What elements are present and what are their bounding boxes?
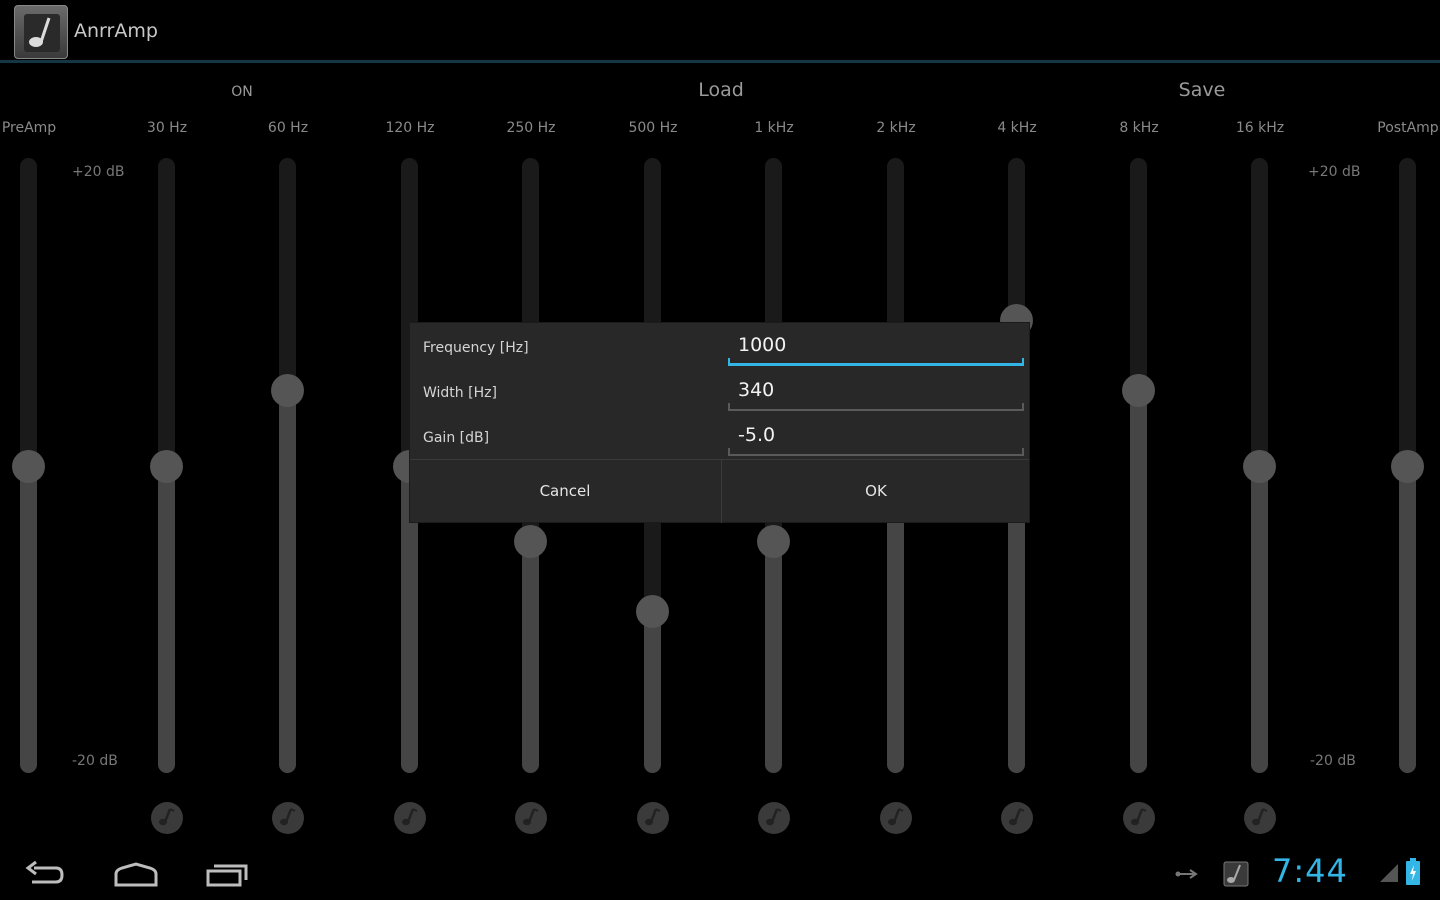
ok-button[interactable]: OK [721, 460, 1030, 523]
frequency-input-left-cap [728, 358, 730, 366]
band-slider-fill [1251, 465, 1268, 773]
band-label: 8 kHz [1119, 120, 1159, 136]
width-input-underline [728, 409, 1024, 411]
app-title: AnrrAmp [74, 20, 158, 42]
width-label: Width [Hz] [423, 385, 497, 401]
band-settings-icon[interactable] [1123, 802, 1155, 834]
band-settings-icon[interactable] [758, 802, 790, 834]
band-settings-icon[interactable] [1001, 802, 1033, 834]
gain-input-underline [728, 454, 1024, 456]
band-slider-knob[interactable] [1243, 449, 1276, 483]
band-settings-icon[interactable] [394, 802, 426, 834]
band-label: 4 kHz [997, 120, 1037, 136]
band-label: 60 Hz [267, 120, 309, 136]
eq-band: PreAmp [0, 118, 79, 858]
frequency-field-wrap [728, 330, 1024, 366]
eq-band: 8 kHz [1089, 118, 1189, 858]
frequency-label: Frequency [Hz] [423, 340, 529, 356]
frequency-input-right-cap [1022, 358, 1024, 366]
dialog-button-bar: Cancel OK [410, 459, 1029, 523]
band-slider-knob[interactable] [150, 449, 183, 483]
band-label: 1 kHz [754, 120, 794, 136]
gain-field-wrap [728, 420, 1024, 456]
band-slider-knob[interactable] [636, 595, 669, 629]
save-button[interactable]: Save [1140, 76, 1264, 104]
load-button[interactable]: Load [660, 76, 782, 104]
band-settings-icon[interactable] [151, 802, 183, 834]
gain-label: Gain [dB] [423, 430, 490, 446]
usb-icon [1174, 866, 1200, 885]
back-icon[interactable] [24, 858, 68, 896]
frequency-row: Frequency [Hz] [410, 326, 1029, 371]
band-label: 120 Hz [385, 120, 435, 136]
band-slider-fill [522, 541, 539, 773]
width-input[interactable] [728, 375, 1024, 405]
band-slider-knob[interactable] [271, 373, 304, 407]
eq-band: 30 Hz [117, 118, 217, 858]
home-icon[interactable] [112, 858, 160, 896]
width-row: Width [Hz] [410, 371, 1029, 416]
frequency-input[interactable] [728, 330, 1024, 360]
system-navigation-bar [0, 850, 1440, 900]
band-slider-fill [1130, 389, 1147, 773]
right-max-db-label: +20 dB [1308, 164, 1361, 180]
band-slider-knob[interactable] [12, 449, 45, 483]
band-slider-knob[interactable] [1122, 373, 1155, 407]
band-settings-icon[interactable] [637, 802, 669, 834]
frequency-input-underline [728, 363, 1024, 366]
action-bar-divider [0, 60, 1440, 63]
band-label: 2 kHz [876, 120, 916, 136]
width-input-right-cap [1022, 403, 1024, 411]
action-bar: AnrrAmp [0, 0, 1440, 63]
band-label: 30 Hz [146, 120, 188, 136]
gain-input[interactable] [728, 420, 1024, 450]
width-field-wrap [728, 375, 1024, 411]
cancel-button[interactable]: Cancel [410, 460, 720, 523]
eq-band: 16 kHz [1210, 118, 1310, 858]
band-slider-fill [158, 465, 175, 773]
band-settings-icon[interactable] [1244, 802, 1276, 834]
band-settings-icon[interactable] [880, 802, 912, 834]
status-clock: 7:44 [1272, 852, 1348, 890]
band-slider-fill [1399, 465, 1416, 773]
band-slider-fill [279, 389, 296, 773]
gain-input-left-cap [728, 448, 730, 456]
band-slider-fill [765, 541, 782, 773]
band-settings-icon[interactable] [272, 802, 304, 834]
right-min-db-label: -20 dB [1310, 753, 1356, 769]
band-label: PostAmp [1377, 120, 1439, 136]
battery-icon [1405, 858, 1421, 890]
band-settings-icon[interactable] [515, 802, 547, 834]
eq-band: PostAmp [1358, 118, 1440, 858]
app-notification-icon [1222, 860, 1250, 892]
signal-icon [1378, 862, 1400, 888]
gain-row: Gain [dB] [410, 416, 1029, 461]
band-edit-dialog: Frequency [Hz] Width [Hz] Gain [dB] Canc… [410, 323, 1029, 523]
band-label: 500 Hz [628, 120, 678, 136]
band-label: 16 kHz [1235, 120, 1285, 136]
gain-input-right-cap [1022, 448, 1024, 456]
eq-band: 60 Hz [238, 118, 338, 858]
band-slider-knob[interactable] [514, 525, 547, 559]
band-slider-fill [20, 465, 37, 773]
band-label: 250 Hz [506, 120, 556, 136]
band-slider-knob[interactable] [757, 525, 790, 559]
band-slider-fill [644, 611, 661, 773]
band-slider-knob[interactable] [1391, 449, 1424, 483]
on-toggle-button[interactable]: ON [200, 78, 284, 106]
recent-apps-icon[interactable] [204, 858, 252, 896]
width-input-left-cap [728, 403, 730, 411]
band-label: PreAmp [1, 120, 57, 136]
app-logo-icon[interactable] [14, 5, 68, 59]
